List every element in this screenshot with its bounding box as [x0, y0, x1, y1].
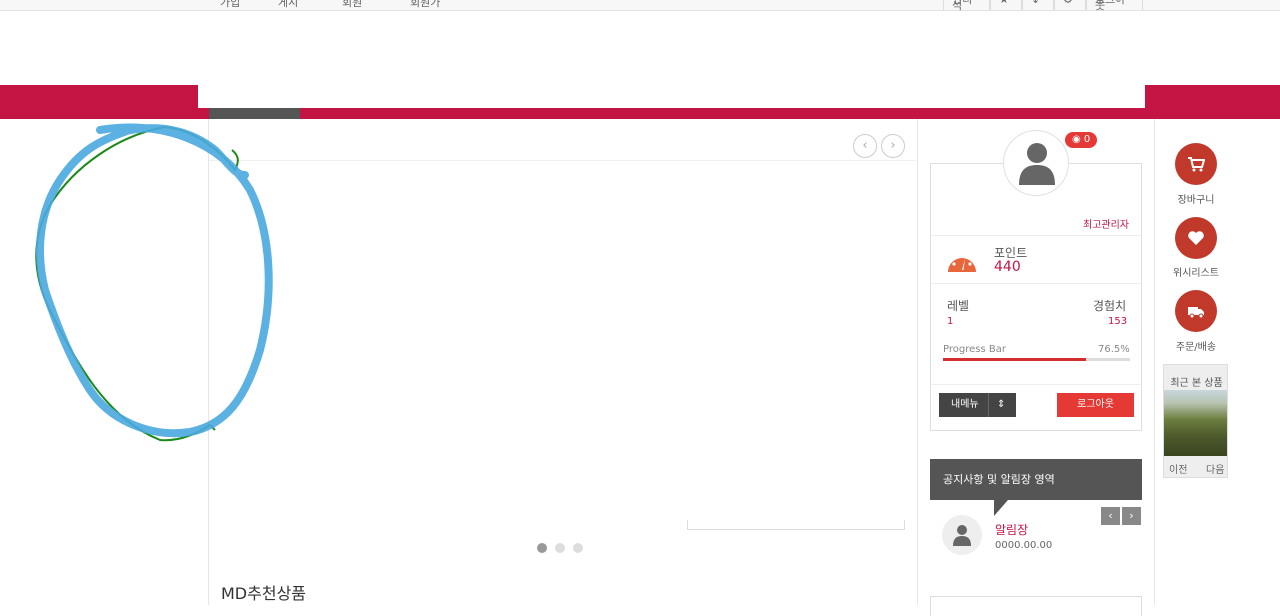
right-column-divider: [1154, 119, 1155, 605]
profile-divider: [931, 384, 1141, 385]
header-white-panel: [198, 80, 1145, 108]
progress-percent: 76.5%: [1098, 344, 1130, 355]
bottom-card: [930, 596, 1142, 616]
blue-scribble: [36, 123, 273, 438]
progress-fill: [943, 358, 1087, 361]
progress-bar: [943, 358, 1130, 361]
user-icon: [953, 525, 971, 546]
top-link-3[interactable]: 회원: [342, 0, 362, 10]
slider-caption-frame: [687, 520, 905, 530]
cart-icon: [1188, 157, 1205, 172]
recent-next-button[interactable]: 다음: [1206, 461, 1224, 476]
logout-button[interactable]: 로그아웃: [1057, 393, 1134, 417]
chevron-right-icon: ›: [890, 138, 896, 153]
recent-prev-button[interactable]: 이전: [1169, 461, 1187, 476]
user-icon: [1019, 143, 1055, 185]
truck-icon: [1188, 307, 1204, 319]
wishlist-label[interactable]: 위시리스트: [1156, 264, 1236, 279]
cart-button[interactable]: [1175, 143, 1217, 185]
gear-icon[interactable]: ⚙: [1054, 0, 1086, 10]
slider-dot[interactable]: [537, 543, 547, 553]
chat-icon: ◉: [1072, 134, 1081, 145]
my-menu-label: 내메뉴: [951, 399, 979, 410]
slider-pagination: [537, 538, 591, 557]
top-right-item-1[interactable]: 편리석: [943, 0, 990, 11]
gauge-icon: [946, 246, 978, 278]
message-badge[interactable]: ◉ 0: [1065, 132, 1098, 148]
notice-title[interactable]: 알림장: [995, 521, 1028, 538]
message-count: 0: [1083, 134, 1091, 145]
slider-next-button[interactable]: ›: [881, 134, 905, 158]
recent-products-panel: 최근 본 상품 이전 다음: [1163, 364, 1228, 478]
button-divider: [988, 393, 989, 417]
main-column-divider: [917, 119, 918, 605]
green-outline-top: [164, 126, 239, 172]
section-title: MD추천상품: [221, 584, 307, 603]
top-logout-link[interactable]: 로그아웃: [1086, 0, 1143, 11]
wishlist-button[interactable]: [1175, 217, 1217, 259]
green-outline: [35, 126, 216, 442]
user-role: 최고관리자: [1083, 220, 1129, 231]
top-link-2[interactable]: 게시: [278, 0, 298, 10]
exp-value: 153: [1108, 316, 1128, 327]
slider-top-divider: [209, 160, 917, 161]
point-value: 440: [994, 259, 1021, 275]
profile-divider: [931, 283, 1141, 284]
download-icon[interactable]: ↓: [1022, 0, 1054, 10]
top-link-1[interactable]: 가입: [220, 0, 240, 10]
notice-header-tail: [994, 500, 1008, 516]
notice-header: 공지사항 및 알림장 영역: [930, 459, 1142, 500]
cart-label[interactable]: 장바구니: [1156, 191, 1236, 206]
progress-label: Progress Bar: [943, 344, 1006, 355]
notice-next-button[interactable]: ›: [1122, 507, 1141, 525]
nav-active-indicator[interactable]: [209, 108, 300, 119]
avatar: [1003, 130, 1069, 196]
top-link-4[interactable]: 회원가: [410, 0, 440, 10]
my-menu-button[interactable]: 내메뉴 ⇕: [939, 393, 1016, 417]
notice-prev-button[interactable]: ‹: [1101, 507, 1120, 525]
exp-label: 경험치: [1093, 299, 1127, 313]
recent-product-thumbnail[interactable]: [1164, 390, 1227, 456]
order-button[interactable]: [1175, 290, 1217, 332]
profile-divider: [931, 235, 1141, 236]
notice-date: 0000.00.00: [995, 540, 1053, 551]
level-value: 1: [947, 316, 954, 327]
left-column-divider: [208, 119, 209, 605]
slider-prev-button[interactable]: ‹: [853, 134, 877, 158]
chevron-right-icon: ›: [1129, 509, 1134, 522]
sort-caret-icon: ⇕: [997, 399, 1006, 410]
heart-icon: [1188, 231, 1204, 245]
slider-dot[interactable]: [555, 543, 565, 553]
star-icon[interactable]: ★: [990, 0, 1022, 10]
slider-dot[interactable]: [573, 543, 583, 553]
order-label[interactable]: 주문/배송: [1156, 338, 1236, 353]
notice-avatar: [942, 515, 982, 555]
top-utility-bar: 가입 게시 회원 회원가 편리석 ★ ↓ ⚙ 로그아웃: [0, 0, 1280, 11]
recent-products-title: 최근 본 상품: [1170, 378, 1223, 389]
chevron-left-icon: ‹: [862, 138, 868, 153]
chevron-left-icon: ‹: [1108, 509, 1113, 522]
level-label: 레벨: [947, 299, 970, 313]
